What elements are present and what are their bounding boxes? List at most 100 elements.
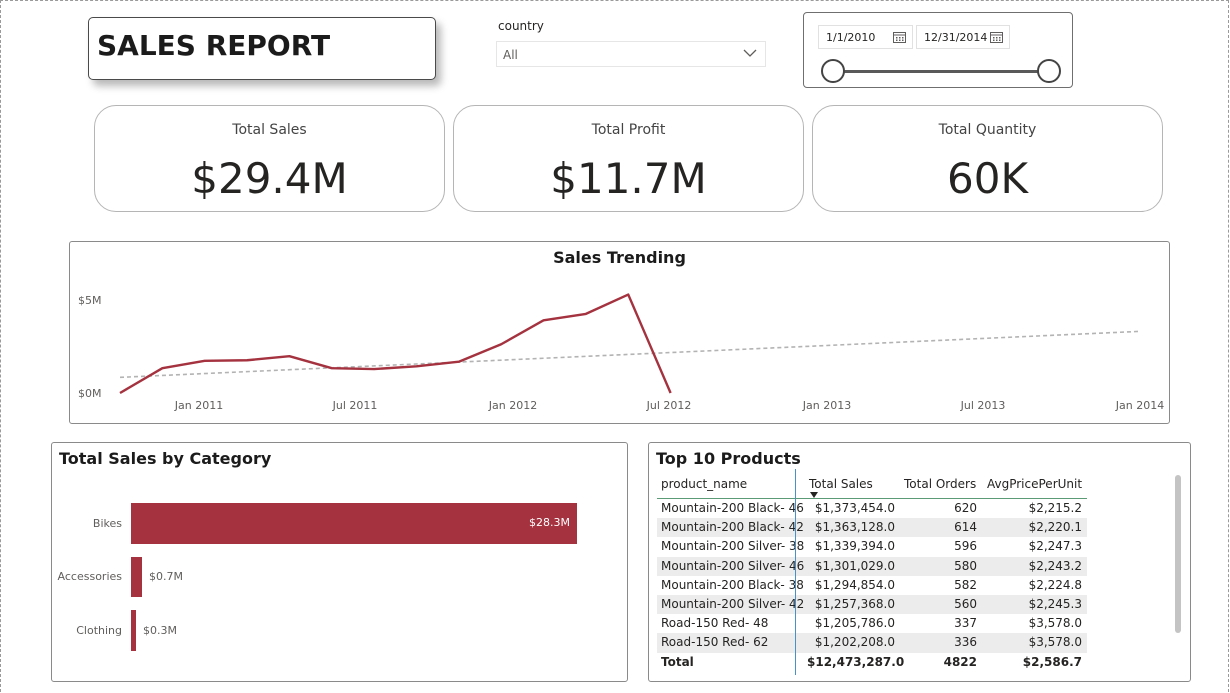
y-tick-label: $5M: [78, 294, 102, 307]
date-slider-track[interactable]: [834, 70, 1050, 73]
table-row[interactable]: Road-150 Red- 62 $1,202,208.0 336 $3,578.0: [657, 633, 1087, 653]
kpi-label: Total Quantity: [938, 122, 1037, 138]
kpi-card-total-sales: Total Sales $29.4M: [94, 105, 445, 212]
table-cell: $1,205,786.0: [814, 616, 895, 631]
date-slider-start-handle[interactable]: [821, 59, 845, 83]
country-dropdown[interactable]: All: [496, 41, 766, 67]
table-cell: $3,578.0: [1028, 635, 1082, 650]
table-cell: $3,578.0: [1028, 616, 1082, 631]
sales-trending-chart: Sales Trending $5M $0M Jan 2011 Jul 2011…: [69, 241, 1170, 424]
category-label: Bikes: [92, 517, 122, 530]
table-cell: $1,257,368.0: [814, 596, 895, 611]
table-cell: 614: [954, 520, 977, 535]
category-label: Clothing: [76, 624, 122, 637]
table-cell: Road-150 Red- 48: [661, 616, 769, 631]
table-cell: $12,473,287.0: [807, 654, 905, 669]
country-slicer-label: country: [498, 19, 544, 33]
table-total-row[interactable]: Total $12,473,287.0 4822 $2,586.7: [657, 653, 1087, 672]
bar-value-label: $0.3M: [143, 624, 177, 637]
table-cell: 580: [954, 558, 977, 573]
start-date-value: 1/1/2010: [826, 31, 876, 44]
vertical-scrollbar[interactable]: [1175, 475, 1181, 633]
table-cell: $1,373,454.0: [814, 501, 895, 515]
end-date-input[interactable]: 12/31/2014: [916, 25, 1010, 49]
start-date-input[interactable]: 1/1/2010: [818, 25, 913, 49]
line-chart-svg: $5M $0M Jan 2011 Jul 2011 Jan 2012 Jul 2…: [78, 293, 1164, 412]
table-row[interactable]: Mountain-200 Black- 46 $1,373,454.0 620 $2,…: [657, 499, 1087, 518]
kpi-label: Total Profit: [591, 122, 666, 138]
table-cell: $1,339,394.0: [814, 539, 895, 554]
products-table: product_name Total Sales Total Orders Av…: [657, 473, 1087, 672]
bar-accessories[interactable]: [131, 557, 143, 597]
calendar-icon[interactable]: [990, 31, 1003, 43]
table-body: Mountain-200 Black- 46 $1,373,454.0 620 $2,…: [657, 499, 1087, 672]
table-row[interactable]: Mountain-200 Black- 38 $1,294,854.0 582 $2,…: [657, 576, 1087, 595]
chart-title: Total Sales by Category: [59, 449, 272, 468]
column-divider: [795, 469, 796, 675]
table-row[interactable]: Mountain-200 Silver- 42 $1,257,368.0 560 $2…: [657, 594, 1087, 615]
table-cell: Total: [661, 654, 694, 669]
table-cell: Road-150 Red- 62: [661, 635, 769, 650]
x-tick-label: Jul 2011: [332, 399, 378, 412]
table-cell: Mountain-200 Silver- 38: [661, 539, 805, 554]
table-cell: Mountain-200 Black- 46: [661, 501, 804, 515]
table-cell: $1,202,208.0: [814, 635, 895, 650]
table-title: Top 10 Products: [656, 449, 801, 468]
sales-series-line[interactable]: [119, 293, 672, 395]
category-bar-chart: Total Sales by Category Bikes $28.3M Acc…: [51, 442, 628, 682]
bar-value-label: $28.3M: [529, 516, 570, 529]
bar-clothing[interactable]: [131, 610, 136, 651]
table-cell: $2,586.7: [1022, 654, 1082, 669]
table-cell: $2,215.2: [1028, 501, 1082, 515]
end-date-value: 12/31/2014: [924, 31, 988, 44]
date-slider-end-handle[interactable]: [1037, 59, 1061, 83]
x-tick-label: Jul 2013: [960, 399, 1006, 412]
table-row[interactable]: Mountain-200 Silver- 38 $1,339,394.0 596 $2…: [657, 537, 1087, 556]
table-cell: Mountain-200 Silver- 46: [661, 558, 805, 573]
date-range-slicer: 1/1/2010 12/31/2014: [803, 12, 1073, 88]
report-title: SALES REPORT: [97, 29, 331, 62]
kpi-value: $11.7M: [550, 154, 707, 203]
report-canvas: SALES REPORT country All 1/1/2010 12/31/…: [0, 0, 1229, 692]
column-header-total-orders[interactable]: Total Orders: [904, 477, 976, 491]
table-cell: Mountain-200 Black- 42: [661, 520, 804, 535]
table-row[interactable]: Mountain-200 Silver- 46 $1,301,029.0 580 $2…: [657, 556, 1087, 576]
top-products-table-visual: Top 10 Products product_name Total Sales…: [648, 442, 1191, 682]
table-cell: $2,220.1: [1028, 520, 1082, 535]
column-header-product-name[interactable]: product_name: [661, 477, 747, 491]
table-cell: Mountain-200 Black- 38: [661, 577, 804, 592]
table-cell: $2,247.3: [1028, 539, 1082, 554]
table-cell: 582: [954, 577, 977, 592]
bar-value-label: $0.7M: [149, 570, 184, 583]
table-cell: 596: [954, 539, 977, 554]
table-cell: 620: [954, 501, 977, 515]
kpi-value: $29.4M: [191, 154, 348, 203]
bar-bikes[interactable]: [131, 503, 577, 544]
x-tick-label: Jan 2013: [802, 399, 851, 412]
kpi-card-total-quantity: Total Quantity 60K: [812, 105, 1163, 212]
kpi-card-total-profit: Total Profit $11.7M: [453, 105, 804, 212]
table-cell: $2,224.8: [1028, 577, 1082, 592]
table-cell: 560: [954, 596, 977, 611]
table-cell: 336: [954, 635, 977, 650]
calendar-icon[interactable]: [893, 31, 906, 43]
table-cell: $1,301,029.0: [814, 558, 895, 573]
x-tick-label: Jan 2014: [1115, 399, 1164, 412]
y-tick-label: $0M: [78, 387, 102, 400]
table-cell: $1,294,854.0: [814, 577, 895, 592]
table-row[interactable]: Mountain-200 Black- 42 $1,363,128.0 614 $2,…: [657, 518, 1087, 538]
table-cell: 337: [954, 616, 977, 631]
chevron-down-icon: [743, 49, 757, 57]
kpi-value: 60K: [947, 154, 1028, 203]
table-cell: Mountain-200 Silver- 42: [661, 596, 805, 611]
column-header-avg-price[interactable]: AvgPricePerUnit: [987, 477, 1082, 491]
table-cell: $2,245.3: [1028, 596, 1082, 611]
report-title-box: SALES REPORT: [88, 17, 436, 80]
table-row[interactable]: Road-150 Red- 48 $1,205,786.0 337 $3,578.0: [657, 614, 1087, 633]
category-label: Accessories: [57, 570, 122, 583]
country-selected-value: All: [503, 48, 518, 62]
x-tick-label: Jan 2012: [488, 399, 537, 412]
column-header-total-sales[interactable]: Total Sales: [809, 477, 873, 491]
x-tick-label: Jan 2011: [174, 399, 223, 412]
x-tick-label: Jul 2012: [646, 399, 692, 412]
